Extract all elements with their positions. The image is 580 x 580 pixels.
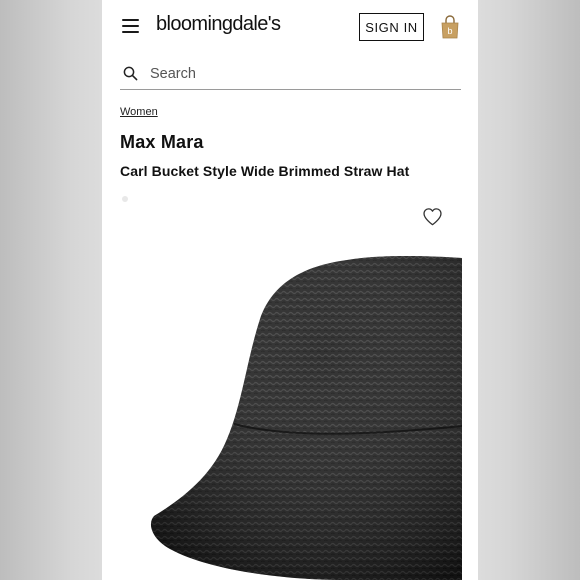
heart-icon[interactable]	[422, 207, 443, 226]
site-header: bloomingdale's SIGN IN b	[102, 0, 478, 54]
left-background	[0, 0, 102, 580]
search-bar	[120, 58, 461, 90]
product-image-straw-hat[interactable]	[142, 254, 462, 580]
search-input[interactable]	[148, 62, 452, 86]
search-icon[interactable]	[123, 66, 138, 81]
image-indicator-dot	[122, 196, 128, 202]
breadcrumb-women[interactable]: Women	[120, 106, 158, 118]
hamburger-menu-icon[interactable]	[122, 19, 139, 33]
site-logo[interactable]: bloomingdale's	[156, 13, 281, 36]
bag-letter: b	[447, 26, 452, 36]
shopping-bag-icon[interactable]: b	[440, 15, 460, 39]
product-title: Carl Bucket Style Wide Brimmed Straw Hat	[120, 163, 410, 179]
mobile-screen: bloomingdale's SIGN IN b Women Max Mara …	[102, 0, 478, 580]
sign-in-button[interactable]: SIGN IN	[359, 13, 424, 41]
right-background	[478, 0, 580, 580]
product-brand[interactable]: Max Mara	[120, 132, 204, 153]
